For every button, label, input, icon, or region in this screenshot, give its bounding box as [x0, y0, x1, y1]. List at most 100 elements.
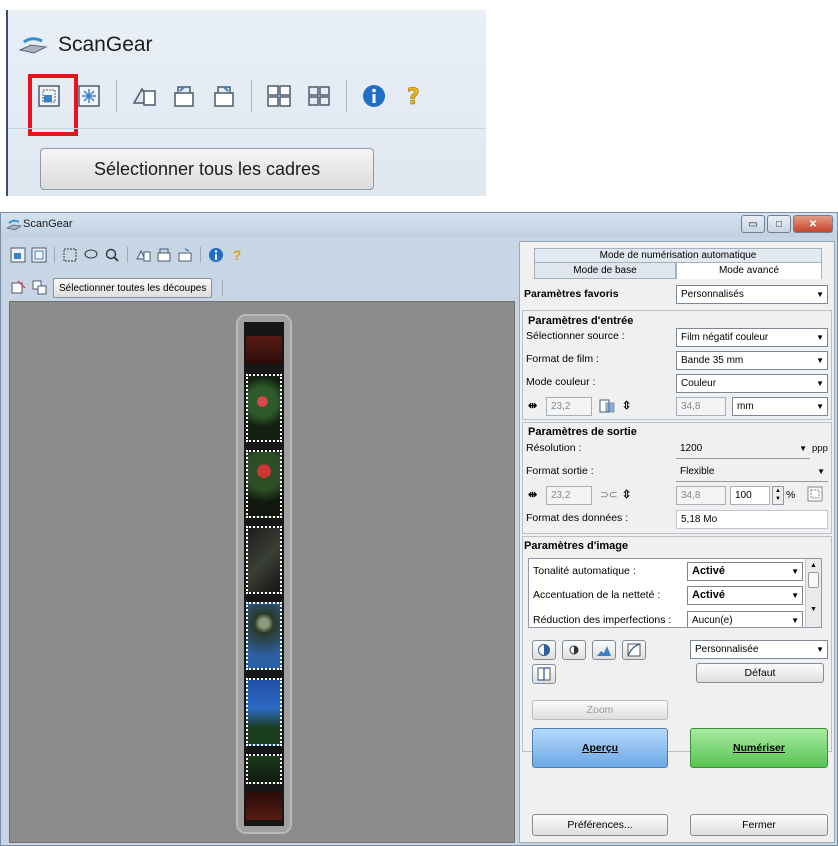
auto-tone-select[interactable]: Activé ▼ — [687, 562, 803, 581]
saturation-icon[interactable] — [532, 640, 556, 660]
film-format-select[interactable]: Bande 35 mm ▼ — [676, 351, 828, 370]
inset-divider — [8, 128, 486, 129]
zoomed-toolbar-inset: ScanGear ? Sélectionner tous les cadres — [6, 10, 486, 196]
output-size-label: Format sortie : — [526, 465, 594, 477]
favorites-select-value: Personnalisés — [681, 289, 744, 300]
sharpen-select[interactable]: Activé ▼ — [687, 586, 803, 605]
film-frame[interactable] — [246, 754, 282, 784]
film-strip — [244, 322, 284, 826]
multi-crop-icon[interactable] — [31, 279, 49, 297]
film-frame[interactable] — [246, 450, 282, 518]
close-button[interactable]: Fermer — [690, 814, 828, 836]
favorites-select[interactable]: Personnalisés ▼ — [676, 285, 828, 304]
chevron-down-icon: ▼ — [816, 645, 824, 654]
default-button[interactable]: Défaut — [696, 663, 824, 683]
aspect-lock-icon[interactable] — [598, 397, 616, 415]
scale-field[interactable]: 100 — [730, 486, 770, 505]
lasso-tool-icon[interactable] — [82, 246, 100, 264]
select-all-crops-button[interactable]: Sélectionner toutes les découpes — [53, 278, 213, 298]
tab-basic-mode[interactable]: Mode de base — [534, 262, 676, 279]
toolbar-separator — [116, 80, 117, 112]
zoom-button[interactable]: Zoom — [532, 700, 668, 720]
tone-preset-select[interactable]: Personnalisée ▼ — [690, 640, 828, 659]
auto-crop-icon[interactable] — [127, 79, 161, 113]
chevron-down-icon: ▼ — [816, 402, 824, 411]
rotate-left-icon[interactable] — [155, 246, 173, 264]
tone-preset-value: Personnalisée — [695, 644, 759, 655]
rotate-right-icon[interactable] — [207, 79, 241, 113]
resolution-select-value: 1200 — [680, 443, 703, 454]
rotate-left-icon[interactable] — [167, 79, 201, 113]
histogram-icon[interactable] — [592, 640, 616, 660]
link-chain-icon[interactable]: ⊃⊂ — [600, 489, 618, 501]
source-select[interactable]: Film négatif couleur ▼ — [676, 328, 828, 347]
marquee-tool-icon[interactable] — [61, 246, 79, 264]
film-frame[interactable] — [246, 374, 282, 442]
input-width-field[interactable]: 23,2 — [546, 397, 592, 416]
info-icon[interactable] — [357, 79, 391, 113]
resolution-select[interactable]: 1200 ▼ — [676, 440, 810, 459]
help-icon[interactable]: ? — [228, 246, 246, 264]
help-icon[interactable]: ? — [397, 79, 431, 113]
close-window-button[interactable]: ✕ — [793, 215, 833, 233]
source-select-value: Film négatif couleur — [681, 332, 769, 343]
unit-select[interactable]: mm ▼ — [732, 397, 828, 416]
preview-button[interactable]: Aperçu — [532, 728, 668, 768]
select-all-frames-button[interactable]: Sélectionner tous les cadres — [40, 148, 374, 190]
chevron-down-icon: ▼ — [816, 379, 824, 388]
scan-button[interactable]: Numériser — [690, 728, 828, 768]
minimize-button[interactable]: ▭ — [741, 215, 765, 233]
toolbar-separator — [251, 80, 252, 112]
preview-panel: ? Sélectionner toutes les découpes — [9, 239, 515, 843]
film-frame[interactable] — [246, 678, 282, 746]
resolution-unit: ppp — [812, 443, 828, 454]
film-frame[interactable] — [246, 526, 282, 594]
preview-area — [9, 301, 515, 843]
crop-frame-icon[interactable] — [9, 279, 27, 297]
height-icon: ⇳ — [622, 400, 632, 412]
multi-crop-icon[interactable] — [302, 79, 336, 113]
maximize-button[interactable]: □ — [767, 215, 791, 233]
chevron-down-icon: ▼ — [791, 591, 799, 600]
chevron-down-icon: ▼ — [816, 290, 824, 299]
select-all-frames-icon[interactable] — [262, 79, 296, 113]
sharpen-label: Accentuation de la netteté : — [533, 589, 661, 601]
zoom-tool-icon[interactable] — [103, 246, 121, 264]
crop-toolbar: Sélectionner toutes les découpes — [9, 277, 224, 299]
tab-advanced-mode[interactable]: Mode avancé — [676, 262, 822, 279]
data-size-value: 5,18 Mo — [676, 510, 828, 529]
window-title: ScanGear — [23, 218, 73, 230]
film-format-select-value: Bande 35 mm — [681, 355, 744, 366]
thumbnail-view-icon[interactable] — [9, 246, 27, 264]
settings-panel: Mode de numérisation automatique Mode de… — [519, 241, 835, 843]
output-width-field[interactable]: 23,2 — [546, 486, 592, 505]
film-frame[interactable] — [246, 602, 282, 670]
auto-crop-icon[interactable] — [134, 246, 152, 264]
input-height-field[interactable]: 34,8 — [676, 397, 726, 416]
whole-image-view-icon[interactable] — [30, 246, 48, 264]
tab-auto-scan-mode[interactable]: Mode de numérisation automatique — [534, 248, 822, 263]
scale-stepper[interactable]: ▲ ▼ — [772, 486, 784, 505]
output-size-select[interactable]: Flexible ▼ — [676, 463, 828, 482]
rotate-right-icon[interactable] — [176, 246, 194, 264]
scangear-window: ScanGear ▭ □ ✕ ? Sélectionner toutes les… — [0, 212, 838, 846]
brightness-contrast-icon[interactable] — [562, 640, 586, 660]
tone-curve-icon[interactable] — [622, 640, 646, 660]
dust-reduction-select[interactable]: Aucun(e) ▼ — [687, 611, 803, 627]
switch-aspect-icon[interactable] — [806, 485, 824, 503]
preview-toolbar: ? — [9, 245, 246, 265]
color-mode-select[interactable]: Couleur ▼ — [676, 374, 828, 393]
sharpen-value: Activé — [692, 589, 726, 601]
info-icon[interactable] — [207, 246, 225, 264]
color-mode-select-value: Couleur — [681, 378, 717, 389]
image-list-scrollbar[interactable]: ▲ ▼ — [805, 559, 821, 627]
threshold-icon[interactable] — [532, 664, 556, 684]
film-leader — [246, 336, 282, 364]
film-leader — [246, 792, 282, 820]
toolbar-separator — [222, 280, 224, 296]
preferences-button[interactable]: Préférences... — [532, 814, 668, 836]
scangear-logo-icon — [18, 37, 48, 54]
inset-titlebar: ScanGear — [18, 28, 153, 62]
output-height-field[interactable]: 34,8 — [676, 486, 726, 505]
highlight-frame — [28, 74, 78, 136]
